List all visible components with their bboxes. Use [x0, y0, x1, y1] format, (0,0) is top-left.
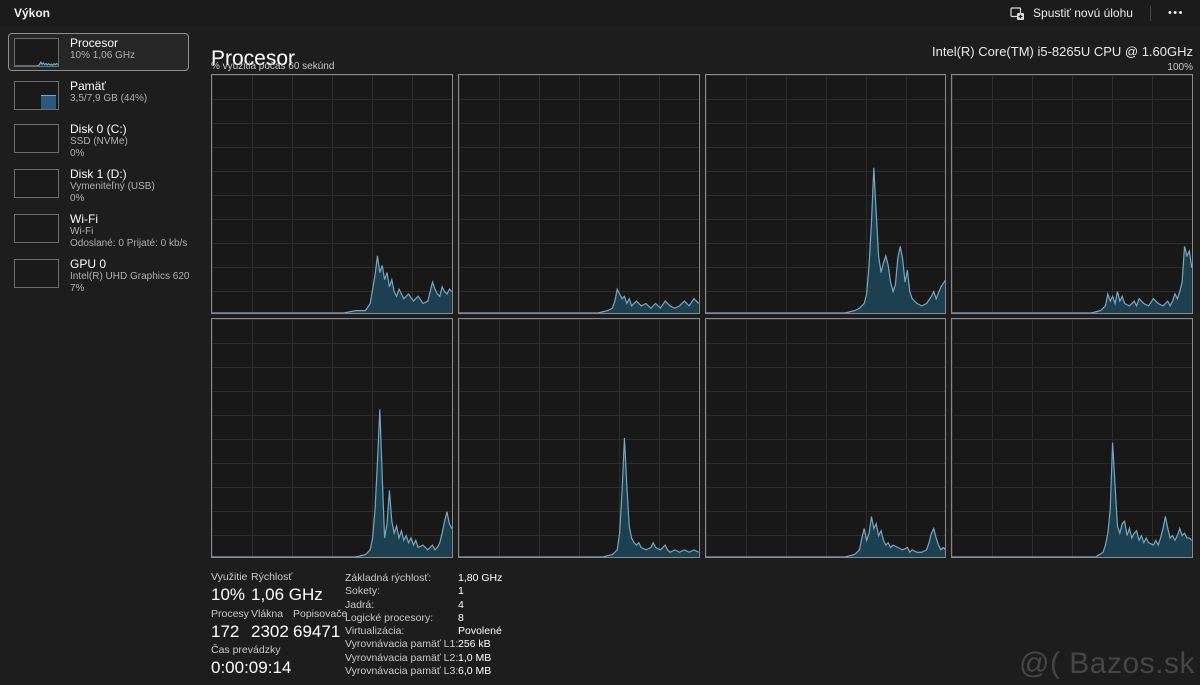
- sidebar-item-disk1[interactable]: Disk 1 (D:) Vymeniteľný (USB) 0%: [8, 164, 189, 204]
- run-new-task-button[interactable]: Spustiť novú úlohu: [1002, 3, 1141, 24]
- performance-sidebar: Procesor 10% 1,06 GHz Pamäť 3,5/7,9 GB (…: [8, 33, 189, 294]
- sidebar-item-memory-label: Pamäť: [70, 79, 147, 93]
- usage-label: Využitie: [211, 571, 251, 584]
- detail-sockets: Sokety: 1: [345, 585, 502, 598]
- sidebar-item-wifi[interactable]: Wi-Fi Wi-Fi Odoslané: 0 Prijaté: 0 kb/s: [8, 209, 189, 249]
- detail-l3-cache: Vyrovnávacia pamäť L3: 6,0 MB: [345, 665, 502, 678]
- topbar-actions: Spustiť novú úlohu •••: [1002, 3, 1192, 24]
- sidebar-item-gpu-stats: 7%: [70, 283, 183, 295]
- sidebar-item-disk0-type: SSD (NVMe): [70, 136, 128, 148]
- run-new-task-label: Spustiť novú úlohu: [1033, 6, 1133, 20]
- graph-axis-max-label: 100%: [1167, 62, 1193, 73]
- detail-base-speed: Základná rýchlosť: 1,80 GHz: [345, 572, 502, 585]
- detail-virtualization: Virtualizácia: Povolené: [345, 625, 502, 638]
- speed-value: 1,06 GHz: [251, 584, 323, 605]
- disk0-thumbnail-graph: [14, 124, 59, 153]
- cpu-core-graph-7: [705, 318, 947, 558]
- gpu-thumbnail-graph: [14, 259, 59, 288]
- sidebar-item-wifi-stats: Odoslané: 0 Prijaté: 0 kb/s: [70, 238, 183, 250]
- topbar: Výkon Spustiť novú úlohu •••: [0, 0, 1200, 26]
- sidebar-item-cpu[interactable]: Procesor 10% 1,06 GHz: [8, 33, 189, 71]
- bazos-watermark: @( Bazos.sk: [1019, 647, 1195, 681]
- cpu-core-graph-grid: [211, 74, 1193, 558]
- sidebar-item-wifi-label: Wi-Fi: [70, 212, 183, 226]
- sidebar-item-cpu-stats: 10% 1,06 GHz: [70, 50, 135, 62]
- wifi-thumbnail-graph: [14, 214, 59, 243]
- run-new-task-icon: [1010, 6, 1025, 21]
- sidebar-item-disk1-type: Vymeniteľný (USB): [70, 181, 155, 193]
- detail-l2-cache: Vyrovnávacia pamäť L2: 1,0 MB: [345, 652, 502, 665]
- threads-value: 2302: [251, 621, 293, 642]
- cpu-core-graph-5: [211, 318, 453, 558]
- sidebar-item-gpu-label: GPU 0: [70, 257, 183, 271]
- sidebar-item-cpu-label: Procesor: [70, 36, 135, 50]
- cpu-core-graph-1: [211, 74, 453, 314]
- more-options-button[interactable]: •••: [1160, 5, 1192, 21]
- handles-label: Popisovače: [293, 608, 347, 621]
- detail-logical-processors: Logické procesory: 8: [345, 612, 502, 625]
- usage-value: 10%: [211, 584, 251, 605]
- detail-cores: Jadrá: 4: [345, 599, 502, 612]
- sidebar-item-disk0[interactable]: Disk 0 (C:) SSD (NVMe) 0%: [8, 119, 189, 159]
- stats-row-1: Využitie 10% Rýchlosť 1,06 GHz: [211, 571, 323, 605]
- stats-row-3: Čas prevádzky 0:00:09:14: [211, 644, 291, 678]
- sidebar-item-disk0-label: Disk 0 (C:): [70, 122, 128, 136]
- sidebar-item-disk0-stats: 0%: [70, 148, 128, 160]
- sidebar-item-disk1-stats: 0%: [70, 193, 155, 205]
- uptime-label: Čas prevádzky: [211, 644, 291, 657]
- threads-label: Vlákna: [251, 608, 293, 621]
- graph-axis-label: % využitia počas 60 sekúnd: [211, 61, 334, 72]
- disk1-thumbnail-graph: [14, 169, 59, 198]
- cpu-core-graph-8: [951, 318, 1193, 558]
- cpu-thumbnail-graph: [14, 38, 59, 67]
- processes-value: 172: [211, 621, 251, 642]
- sidebar-item-wifi-type: Wi-Fi: [70, 226, 183, 238]
- uptime-value: 0:00:09:14: [211, 657, 291, 678]
- processes-label: Procesy: [211, 608, 251, 621]
- cpu-core-graph-3: [705, 74, 947, 314]
- sidebar-item-gpu-type: Intel(R) UHD Graphics 620: [70, 271, 183, 283]
- cpu-model-name: Intel(R) Core(TM) i5-8265U CPU @ 1.60GHz: [932, 44, 1193, 59]
- cpu-details-list: Základná rýchlosť: 1,80 GHz Sokety: 1 Ja…: [345, 572, 502, 678]
- speed-label: Rýchlosť: [251, 571, 323, 584]
- page-title: Výkon: [14, 6, 50, 20]
- memory-thumbnail-graph: [14, 81, 59, 110]
- cpu-core-graph-2: [458, 74, 700, 314]
- detail-l1-cache: Vyrovnávacia pamäť L1: 256 kB: [345, 638, 502, 651]
- topbar-separator: [1150, 6, 1151, 21]
- sidebar-item-memory[interactable]: Pamäť 3,5/7,9 GB (44%): [8, 76, 189, 114]
- stats-row-2: Procesy 172 Vlákna 2302 Popisovače 69471: [211, 608, 347, 642]
- cpu-core-graph-6: [458, 318, 700, 558]
- sidebar-item-disk1-label: Disk 1 (D:): [70, 167, 155, 181]
- handles-value: 69471: [293, 621, 347, 642]
- memory-usage-block: [41, 95, 56, 109]
- sidebar-item-memory-stats: 3,5/7,9 GB (44%): [70, 93, 147, 105]
- cpu-core-graph-4: [951, 74, 1193, 314]
- sidebar-item-gpu[interactable]: GPU 0 Intel(R) UHD Graphics 620 7%: [8, 254, 189, 294]
